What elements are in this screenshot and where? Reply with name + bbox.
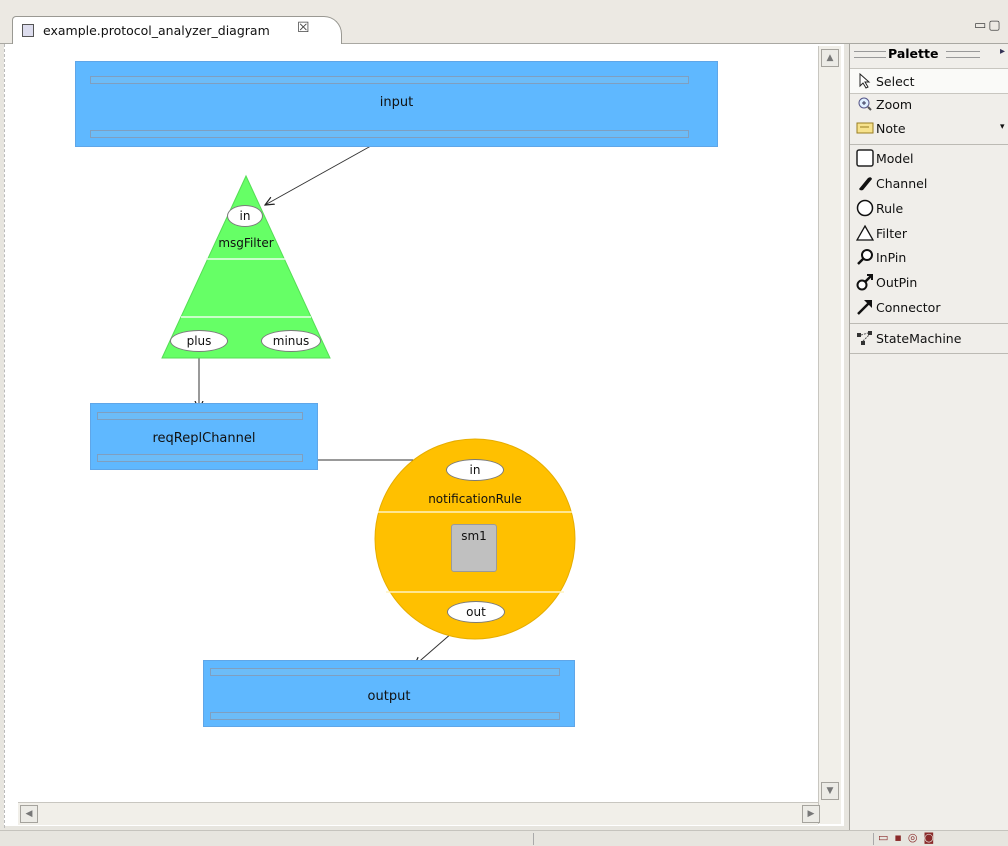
- filter-plus-pin[interactable]: plus: [170, 330, 228, 352]
- palette-item-outpin[interactable]: OutPin: [850, 270, 1008, 294]
- block-compartment: [90, 130, 689, 138]
- rule-label: notificationRule: [428, 492, 522, 506]
- palette-tool-note[interactable]: Note ▾: [850, 116, 1008, 140]
- block-compartment: [90, 76, 689, 84]
- scroll-up-icon[interactable]: ▲: [821, 49, 839, 67]
- palette-tool-label: Select: [876, 73, 915, 89]
- block-compartment: [210, 668, 560, 676]
- vertical-scrollbar[interactable]: ▲ ▼: [818, 46, 841, 824]
- connector-input-to-filter: [265, 141, 379, 205]
- triangle-icon: [856, 224, 874, 242]
- palette-item-label: Rule: [876, 200, 904, 216]
- zoom-icon: [856, 95, 874, 113]
- square-icon: [856, 149, 874, 167]
- input-block[interactable]: input: [75, 61, 718, 147]
- palette-header[interactable]: Palette ▸: [850, 44, 1008, 64]
- palette-title: Palette: [888, 46, 939, 61]
- scroll-down-icon[interactable]: ▼: [821, 782, 839, 800]
- palette-item-label: OutPin: [876, 274, 918, 290]
- palette-item-label: InPin: [876, 249, 907, 265]
- scroll-right-icon[interactable]: ▶: [802, 805, 820, 823]
- palette-separator: [850, 144, 1008, 145]
- palette-item-statemachine[interactable]: StateMachine: [850, 326, 1008, 350]
- palette-item-label: Channel: [876, 175, 928, 191]
- channel-icon: [856, 174, 874, 192]
- palette-panel: Palette ▸ Select Zoom Note ▾ Model Chann…: [849, 44, 1008, 830]
- rule-in-pin[interactable]: in: [446, 459, 504, 481]
- filter-label: msgFilter: [218, 236, 274, 250]
- palette-item-label: Connector: [876, 299, 941, 315]
- block-compartment: [97, 454, 303, 462]
- input-block-label: input: [379, 95, 414, 110]
- palette-tool-label: Zoom: [876, 96, 913, 112]
- palette-separator: [850, 323, 1008, 324]
- channel-block[interactable]: reqReplChannel: [90, 403, 318, 470]
- palette-item-rule[interactable]: Rule: [850, 196, 1008, 220]
- output-block-label: output: [367, 689, 411, 704]
- palette-item-channel[interactable]: Channel: [850, 171, 1008, 195]
- palette-item-connector[interactable]: Connector: [850, 295, 1008, 319]
- palette-tool-select[interactable]: Select: [850, 68, 1008, 94]
- palette-collapse-icon[interactable]: ▸: [1000, 46, 1005, 57]
- horizontal-scrollbar[interactable]: ◀ ▶: [18, 802, 820, 825]
- block-compartment: [97, 412, 303, 420]
- connector-arrow-icon: [856, 298, 874, 316]
- filter-in-pin[interactable]: in: [227, 205, 263, 227]
- statemachine-icon: [856, 329, 874, 347]
- arrow-cursor-icon: [856, 72, 874, 90]
- note-icon: [856, 119, 874, 137]
- inpin-icon: [856, 248, 874, 266]
- palette-item-label: Filter: [876, 225, 907, 241]
- status-divider: [873, 833, 874, 845]
- status-divider: [533, 833, 534, 845]
- palette-item-filter[interactable]: Filter: [850, 221, 1008, 245]
- scroll-left-icon[interactable]: ◀: [20, 805, 38, 823]
- rule-out-pin[interactable]: out: [447, 601, 505, 623]
- palette-item-label: StateMachine: [876, 330, 962, 346]
- note-dropdown-icon[interactable]: ▾: [1000, 122, 1005, 132]
- outpin-icon: [856, 273, 874, 291]
- palette-tool-zoom[interactable]: Zoom: [850, 92, 1008, 116]
- palette-item-model[interactable]: Model: [850, 146, 1008, 170]
- status-tray-icon[interactable]: ▭▪◎◙: [878, 831, 940, 844]
- circle-icon: [856, 199, 874, 217]
- palette-grip-icon: [854, 51, 886, 58]
- palette-item-label: Model: [876, 150, 914, 166]
- status-bar: ▭▪◎◙: [0, 830, 1008, 846]
- state-machine-box[interactable]: sm1: [451, 524, 497, 572]
- output-block[interactable]: output: [203, 660, 575, 727]
- palette-grip-icon: [946, 51, 980, 58]
- block-compartment: [210, 712, 560, 720]
- filter-minus-pin[interactable]: minus: [261, 330, 321, 352]
- palette-tool-label: Note: [876, 120, 906, 136]
- palette-item-inpin[interactable]: InPin: [850, 245, 1008, 269]
- channel-label: reqReplChannel: [152, 431, 256, 446]
- palette-separator: [850, 353, 1008, 354]
- state-machine-label: sm1: [461, 529, 487, 543]
